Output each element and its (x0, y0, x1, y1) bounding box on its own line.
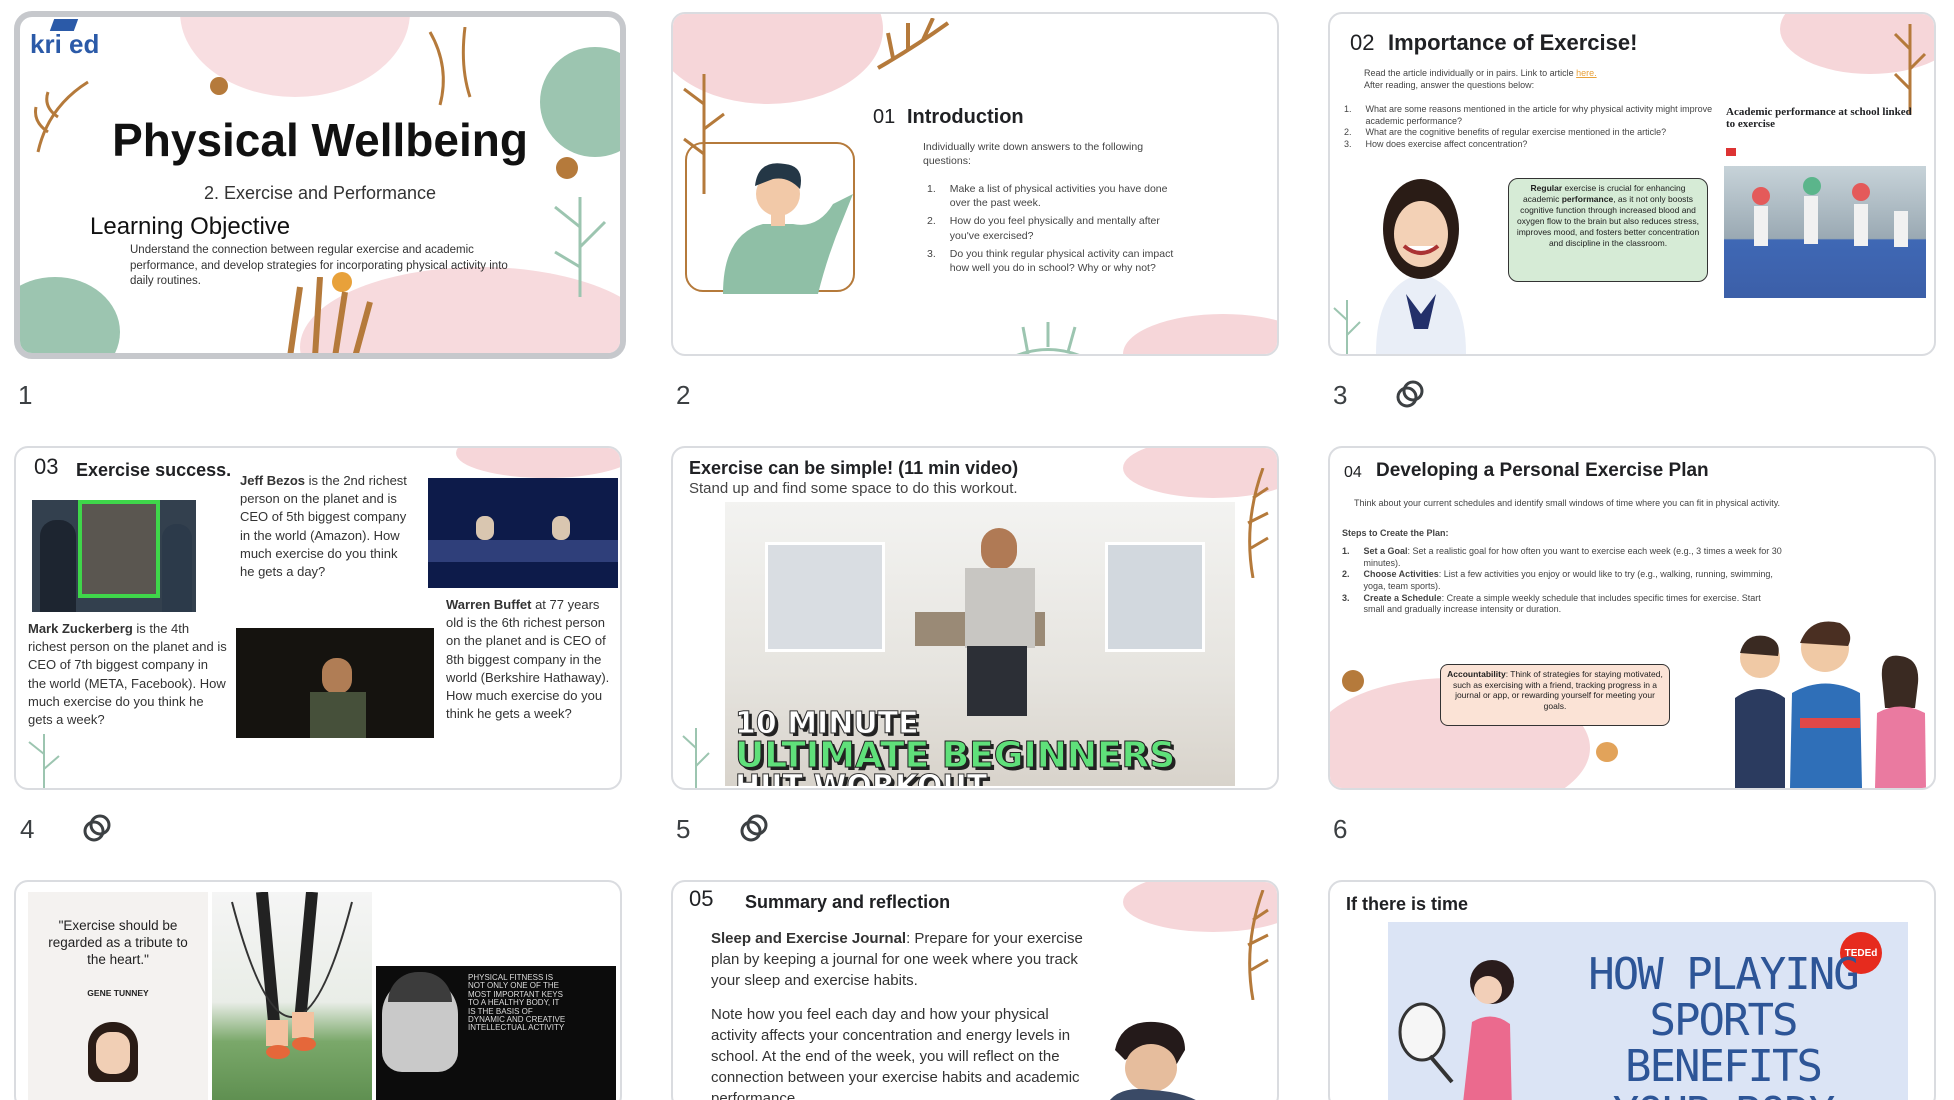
slide-thumbnail-6[interactable]: 04 Developing a Personal Exercise Plan T… (1328, 446, 1936, 790)
leaf-decoration (682, 728, 710, 788)
objective-text: Understand the connection between regula… (130, 244, 508, 288)
section-number: 04 (1344, 464, 1362, 481)
slide-title: Introduction (907, 106, 1024, 128)
article-link[interactable]: here. (1576, 68, 1597, 78)
callout-box: Regular exercise is crucial for enhancin… (1508, 178, 1708, 282)
ted-video-thumbnail[interactable]: TEDEd HOW PLAYING SPORTS BENEFITS YOUR B… (1388, 922, 1908, 1100)
list-item: 3. Do you think regular physical activity… (927, 247, 1174, 274)
slide-thumbnail-8[interactable]: 05 Summary and reflection Sleep and Exer… (671, 880, 1279, 1100)
list-item: 1. Make a list of physical activities you… (927, 183, 1168, 210)
person-illustration (723, 163, 853, 294)
leaf-decoration (428, 27, 472, 106)
buffet-photo (428, 478, 618, 588)
slide-thumbnail-7[interactable]: "Exercise should be regarded as a tribut… (14, 880, 622, 1100)
list-item: 1. Set a Goal: Set a realistic goal for h… (1342, 546, 1782, 568)
buffet-text: Warren Buffet at 77 years old is the 6th… (446, 597, 610, 722)
link-icon[interactable] (737, 811, 771, 845)
slide-thumbnail-4[interactable]: 03 Exercise success. Jeff Bezos is the 2… (14, 446, 622, 790)
leaf-decoration (877, 18, 950, 70)
steps-heading: Steps to Create the Plan: (1342, 528, 1449, 538)
slide-number-3: 3 (1333, 380, 1348, 410)
list-item: 2. What are the cognitive benefits of reg… (1344, 127, 1667, 138)
list-item: 3. Create a Schedule: Create a simple wee… (1342, 592, 1761, 615)
poster-text: PHYSICAL FITNESS IS NOT ONLY ONE OF THE … (468, 973, 566, 1033)
leaf-decoration (28, 734, 60, 788)
student-writing-illustration (1109, 1021, 1196, 1100)
link-icon[interactable] (1393, 377, 1427, 411)
list-item: 2. How do you feel physically and mentall… (927, 215, 1160, 242)
slide-title: If there is time (1346, 894, 1469, 914)
students-illustration (1735, 621, 1926, 788)
jump-rope-photo (212, 892, 372, 1100)
logo-text: kri ed (30, 29, 100, 59)
bezos-photo (236, 628, 434, 738)
tennis-player-illustration (1398, 960, 1514, 1100)
list-item: 2. Choose Activities: List a few activiti… (1342, 569, 1773, 592)
slide-number-2: 2 (676, 380, 691, 410)
slide-number-4: 4 (20, 814, 35, 844)
quote-author: GENE TUNNEY (87, 988, 149, 998)
video-title: HOW PLAYING SPORTS BENEFITS YOUR BODY (1588, 949, 1859, 1100)
quote-panel: "Exercise should be regarded as a tribut… (28, 892, 208, 1100)
logo: kri ed (30, 19, 100, 60)
slide-number-5: 5 (676, 814, 691, 844)
slide-number-1: 1 (18, 380, 33, 410)
slide-thumbnail-2[interactable]: 01 Introduction Individually write down … (671, 12, 1279, 356)
section-number: 05 (689, 886, 714, 911)
instruction-text: Read the article individually or in pair… (1364, 68, 1597, 90)
slide-title: Importance of Exercise! (1388, 30, 1638, 55)
section-number: 02 (1350, 30, 1375, 55)
question-list: 1. Make a list of physical activities you… (927, 182, 1187, 275)
section-number: 03 (34, 454, 59, 479)
leaf-decoration (1333, 300, 1361, 354)
video-overlay-text: 10 MINUTE ULTIMATE BEGINNERS HIIT WORKOU… (734, 706, 1176, 786)
leaf-decoration (1016, 322, 1080, 354)
steps-list: 1. Set a Goal: Set a realistic goal for h… (1342, 546, 1782, 616)
kennedy-poster: PHYSICAL FITNESS IS NOT ONLY ONE OF THE … (376, 966, 616, 1100)
link-icon[interactable] (80, 811, 114, 845)
children-exercise-photo (1724, 166, 1926, 298)
graduation-cap-icon (49, 19, 79, 31)
slide-thumbnail-9[interactable]: If there is time TEDEd HOW PLAYING SPORT… (1328, 880, 1936, 1100)
intro-text: Think about your current schedules and i… (1354, 498, 1781, 508)
list-item: 3. How does exercise affect concentration… (1344, 139, 1528, 150)
slide-grid: kri ed Physical Wellbeing 2. Exercise an… (0, 0, 1954, 1100)
question-list: 1. What are some reasons mentioned in the… (1344, 104, 1734, 151)
slide-title: Physical Wellbeing (112, 114, 528, 166)
journal-text: Sleep and Exercise Journal: Prepare for … (711, 930, 1083, 989)
zuckerberg-text: Mark Zuckerberg is the 4th richest perso… (28, 621, 227, 727)
leaf-decoration (1893, 24, 1927, 114)
slide-title: Developing a Personal Exercise Plan (1376, 460, 1709, 481)
slide-title: Exercise success. (76, 460, 232, 480)
accountability-box: Accountability: Think of strategies for … (1440, 664, 1670, 726)
objective-heading: Learning Objective (90, 213, 291, 240)
bezos-text: Jeff Bezos is the 2nd richest person on … (240, 473, 407, 579)
slide-thumbnail-1[interactable]: kri ed Physical Wellbeing 2. Exercise an… (14, 11, 626, 359)
workout-video-thumbnail[interactable]: 10 MINUTE ULTIMATE BEGINNERS HIIT WORKOU… (725, 502, 1235, 786)
student-photo (1346, 154, 1496, 354)
zuckerberg-photo (32, 500, 196, 612)
list-item: 1. What are some reasons mentioned in the… (1344, 104, 1713, 126)
slide-title: Exercise can be simple! (11 min video) (689, 458, 1019, 478)
quote-text: "Exercise should be regarded as a tribut… (48, 918, 188, 967)
leaf-decoration (1247, 468, 1269, 578)
flag-icon (1726, 148, 1736, 156)
leaf-decoration (1247, 890, 1269, 1000)
section-number: 01 (873, 106, 896, 128)
slide-subtitle: 2. Exercise and Performance (203, 183, 437, 203)
slide-subtitle: Stand up and find some space to do this … (689, 480, 1018, 497)
slide-number-6: 6 (1333, 814, 1348, 844)
slide-title: Summary and reflection (745, 892, 951, 912)
note-text: Note how you feel each day and how your … (711, 1006, 1080, 1100)
article-title: Academic performance at school linked to… (1726, 106, 1912, 131)
instruction-text: Individually write down answers to the f… (923, 141, 1144, 168)
slide-thumbnail-5[interactable]: Exercise can be simple! (11 min video) S… (671, 446, 1279, 790)
slide-thumbnail-3[interactable]: 02 Importance of Exercise! Read the arti… (1328, 12, 1936, 356)
